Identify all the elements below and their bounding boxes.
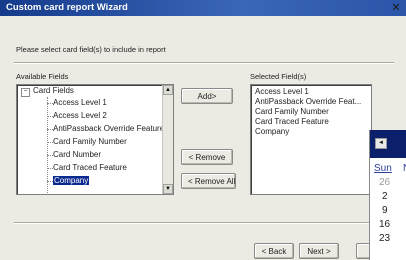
list-item[interactable]: Company [255, 127, 289, 137]
calendar-header: ◄ [370, 130, 406, 158]
tree-connector [47, 168, 55, 169]
tree-connector [47, 142, 55, 143]
tree-connector [47, 116, 55, 117]
collapse-icon[interactable]: − [21, 88, 30, 97]
day-name-sunday: Sun [374, 163, 392, 174]
back-button[interactable]: < Back [254, 243, 294, 259]
list-item[interactable]: Card Family Number [255, 107, 329, 117]
tree-item[interactable]: Card Family Number [53, 137, 127, 147]
tree-root-card-fields[interactable]: Card Fields [33, 86, 74, 96]
window-title: Custom card report Wizard [6, 2, 128, 13]
next-button[interactable]: Next > [299, 243, 339, 259]
wizard-window: Custom card report Wizard ✕ Please selec… [0, 0, 406, 260]
list-item[interactable]: Access Level 1 [255, 87, 309, 97]
list-item[interactable]: AntiPassback Override Feat... [255, 97, 361, 107]
selected-fields-list[interactable]: Access Level 1 AntiPassback Override Feat… [250, 84, 372, 195]
prev-month-icon[interactable]: ◄ [375, 138, 387, 149]
tree-item[interactable]: Card Number [53, 150, 101, 160]
tree-item[interactable]: Access Level 2 [53, 111, 107, 121]
tree-connector [47, 181, 55, 182]
available-scrollbar[interactable]: ▲ ▼ [162, 85, 173, 194]
remove-button[interactable]: < Remove [181, 149, 233, 165]
tree-connector [47, 155, 55, 156]
scroll-down-icon[interactable]: ▼ [163, 184, 173, 194]
tree-connector [47, 129, 55, 130]
remove-all-button[interactable]: < Remove All [181, 173, 236, 189]
selected-fields-label: Selected Field(s) [250, 72, 307, 81]
top-divider [14, 62, 394, 64]
calendar-date[interactable]: 26 [379, 177, 390, 188]
calendar-date[interactable]: 16 [379, 219, 390, 230]
available-fields-tree[interactable]: − Card Fields Access Level 1 Access Level… [16, 84, 174, 195]
title-bar[interactable]: Custom card report Wizard ✕ [0, 0, 406, 16]
bottom-divider [14, 222, 394, 224]
tree-item[interactable]: Company [53, 176, 90, 186]
instruction-text: Please select card field(s) to include i… [16, 45, 166, 54]
calendar-date[interactable]: 23 [379, 233, 390, 244]
calendar-date[interactable]: 9 [382, 205, 388, 216]
calendar-popup: ◄ Sun N 26291623 [369, 130, 406, 260]
calendar-date[interactable]: 2 [382, 191, 388, 202]
tree-item[interactable]: Card Traced Feature [53, 163, 127, 173]
list-item[interactable]: Card Traced Feature [255, 117, 329, 127]
scroll-up-icon[interactable]: ▲ [163, 85, 173, 95]
tree-item[interactable]: AntiPassback Override Feature [53, 124, 164, 134]
available-fields-label: Available Fields [16, 72, 69, 81]
close-icon[interactable]: ✕ [390, 2, 402, 14]
add-button[interactable]: Add> [181, 88, 233, 104]
tree-item[interactable]: Access Level 1 [53, 98, 107, 108]
tree-connector [47, 103, 55, 104]
